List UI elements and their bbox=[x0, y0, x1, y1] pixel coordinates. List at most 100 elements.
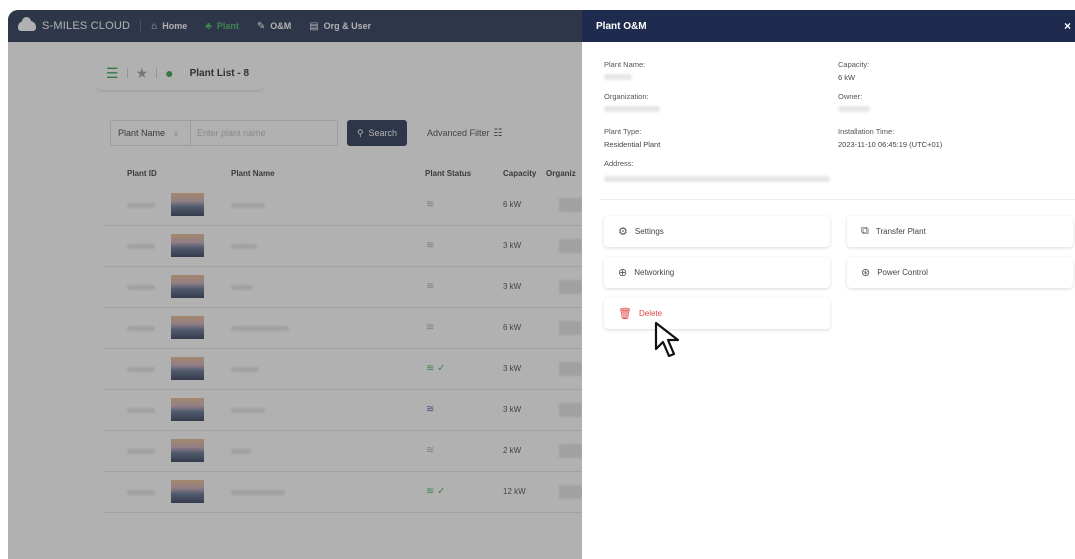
plant-thumbnail bbox=[171, 480, 204, 503]
capacity-value: 6 kW bbox=[503, 200, 522, 209]
capacity-value: 6 kW bbox=[503, 323, 522, 332]
nav-item-org-user[interactable]: ▤ Org & User bbox=[309, 21, 371, 32]
power-control-button[interactable]: ⊛ Power Control bbox=[847, 257, 1073, 288]
transfer-icon: ⧉ bbox=[861, 225, 869, 237]
cloud-icon bbox=[18, 17, 36, 31]
nav-item-plant[interactable]: ♣ Plant bbox=[205, 21, 239, 32]
installation-time-field: Installation Time: 2023-11-10 06:45:19 (… bbox=[838, 127, 1058, 149]
plant-thumbnail bbox=[171, 275, 204, 298]
organization-redacted bbox=[559, 321, 582, 335]
capacity-label: Capacity: bbox=[838, 60, 870, 69]
plant-thumbnail bbox=[171, 234, 204, 257]
search-field-select[interactable]: Plant Name ∨ bbox=[110, 120, 190, 146]
table-row[interactable]: ≋ 6 kW bbox=[103, 308, 582, 349]
nav-item-om[interactable]: ✎ O&M bbox=[257, 21, 291, 32]
filter-bar: Plant Name ∨ Enter plant name ⚲ Search A… bbox=[110, 120, 503, 146]
networking-label: Networking bbox=[634, 268, 675, 277]
search-button[interactable]: ⚲ Search bbox=[347, 120, 407, 146]
table-row[interactable]: ≋ ✓ 3 kW bbox=[103, 349, 582, 390]
plant-name-input[interactable]: Enter plant name bbox=[190, 120, 338, 146]
plant-id-redacted bbox=[127, 449, 155, 454]
col-organization[interactable]: Organiz bbox=[546, 169, 576, 178]
star-icon[interactable]: ★ bbox=[136, 65, 149, 82]
col-capacity[interactable]: Capacity bbox=[503, 169, 536, 178]
filter-icon: ☷ bbox=[493, 127, 503, 139]
col-plant-id[interactable]: Plant ID bbox=[127, 169, 157, 178]
capacity-value: 3 kW bbox=[503, 405, 522, 414]
address-label: Address: bbox=[604, 159, 634, 168]
transfer-plant-button[interactable]: ⧉ Transfer Plant bbox=[847, 216, 1073, 247]
chevron-down-icon: ∨ bbox=[173, 128, 179, 138]
networking-button[interactable]: ⊕ Networking bbox=[604, 257, 830, 288]
address-field: Address: bbox=[604, 159, 834, 182]
plant-name-redacted[interactable] bbox=[231, 285, 253, 290]
settings-label: Settings bbox=[634, 227, 664, 236]
table-row[interactable]: ≋ 3 kW bbox=[103, 267, 582, 308]
plant-icon: ♣ bbox=[205, 20, 212, 32]
table-row[interactable]: ≋ 2 kW bbox=[103, 431, 582, 472]
list-view-icon[interactable]: ☰ bbox=[106, 65, 119, 82]
toolbar-divider bbox=[126, 68, 128, 78]
organization-field: Organization: bbox=[604, 92, 834, 112]
installation-time-value: 2023-11-10 06:45:19 (UTC+01) bbox=[838, 140, 943, 149]
plant-name-redacted[interactable] bbox=[231, 326, 289, 331]
plant-name-redacted[interactable] bbox=[231, 490, 285, 495]
view-toolbar: ☰ ★ ● Plant List - 8 bbox=[96, 56, 264, 90]
table-row[interactable]: ≋ ✓ 12 kW bbox=[103, 472, 582, 513]
nav-item-home[interactable]: ⌂ Home bbox=[151, 21, 187, 32]
nav-item-label: Home bbox=[162, 21, 188, 31]
plant-type-value: Residential Plant bbox=[604, 140, 661, 149]
map-pin-icon[interactable]: ● bbox=[165, 65, 173, 81]
delete-button[interactable]: 🗑 Delete bbox=[604, 298, 830, 329]
advanced-filter-button[interactable]: Advanced Filter ☷ bbox=[427, 128, 503, 139]
organization-redacted bbox=[559, 403, 582, 417]
capacity-value: 3 kW bbox=[503, 241, 522, 250]
organization-redacted bbox=[559, 280, 582, 294]
plant-name-redacted[interactable] bbox=[231, 367, 259, 372]
transfer-plant-label: Transfer Plant bbox=[875, 227, 926, 236]
plant-list-title: Plant List - 8 bbox=[189, 67, 250, 79]
plant-name-redacted[interactable] bbox=[231, 408, 265, 413]
plant-type-field: Plant Type: Residential Plant bbox=[604, 127, 834, 149]
organization-redacted bbox=[604, 106, 660, 112]
plant-thumbnail bbox=[171, 316, 204, 339]
wifi-offline-icon: ≋ bbox=[426, 322, 435, 333]
plant-name-redacted[interactable] bbox=[231, 244, 257, 249]
search-icon: ⚲ bbox=[356, 127, 364, 138]
nav-item-label: O&M bbox=[270, 21, 292, 31]
wifi-offline-icon: ≋ bbox=[426, 240, 435, 251]
plant-name-redacted bbox=[604, 74, 632, 80]
document-icon: ▤ bbox=[309, 20, 319, 32]
gear-icon: ⚙ bbox=[618, 226, 628, 238]
plant-thumbnail bbox=[171, 193, 204, 216]
organization-label: Organization: bbox=[604, 92, 649, 101]
plant-type-label: Plant Type: bbox=[604, 127, 642, 136]
power-control-label: Power Control bbox=[877, 268, 928, 277]
wifi-offline-icon: ≋ bbox=[426, 445, 435, 456]
capacity-value: 3 kW bbox=[503, 364, 522, 373]
col-plant-status[interactable]: Plant Status bbox=[425, 169, 471, 178]
capacity-value: 6 kW bbox=[838, 73, 856, 82]
capacity-field: Capacity: 6 kW bbox=[838, 60, 1058, 82]
plant-id-redacted bbox=[127, 490, 155, 495]
plant-name-redacted[interactable] bbox=[231, 203, 265, 208]
address-redacted bbox=[604, 176, 830, 182]
plant-name-redacted[interactable] bbox=[231, 449, 251, 454]
drawer-header: Plant O&M × bbox=[582, 10, 1075, 42]
brand-logo[interactable]: S-MILES CLOUD bbox=[18, 17, 130, 32]
owner-label: Owner: bbox=[838, 92, 863, 101]
plant-id-redacted bbox=[127, 244, 155, 249]
plant-thumbnail bbox=[171, 357, 204, 380]
nav-divider bbox=[140, 20, 142, 32]
organization-redacted bbox=[559, 485, 582, 499]
settings-button[interactable]: ⚙ Settings bbox=[604, 216, 830, 247]
plant-name-field: Plant Name: bbox=[604, 60, 834, 80]
table-row[interactable]: ≋ 6 kW bbox=[103, 185, 582, 226]
trash-icon: 🗑 bbox=[618, 308, 632, 320]
table-row[interactable]: ≋ 3 kW bbox=[103, 226, 582, 267]
close-icon[interactable]: × bbox=[1064, 19, 1071, 33]
globe-icon: ⊕ bbox=[618, 267, 628, 279]
nav-item-label: Org & User bbox=[323, 21, 372, 31]
table-row[interactable]: ≋ 3 kW bbox=[103, 390, 582, 431]
col-plant-name[interactable]: Plant Name bbox=[231, 169, 275, 178]
